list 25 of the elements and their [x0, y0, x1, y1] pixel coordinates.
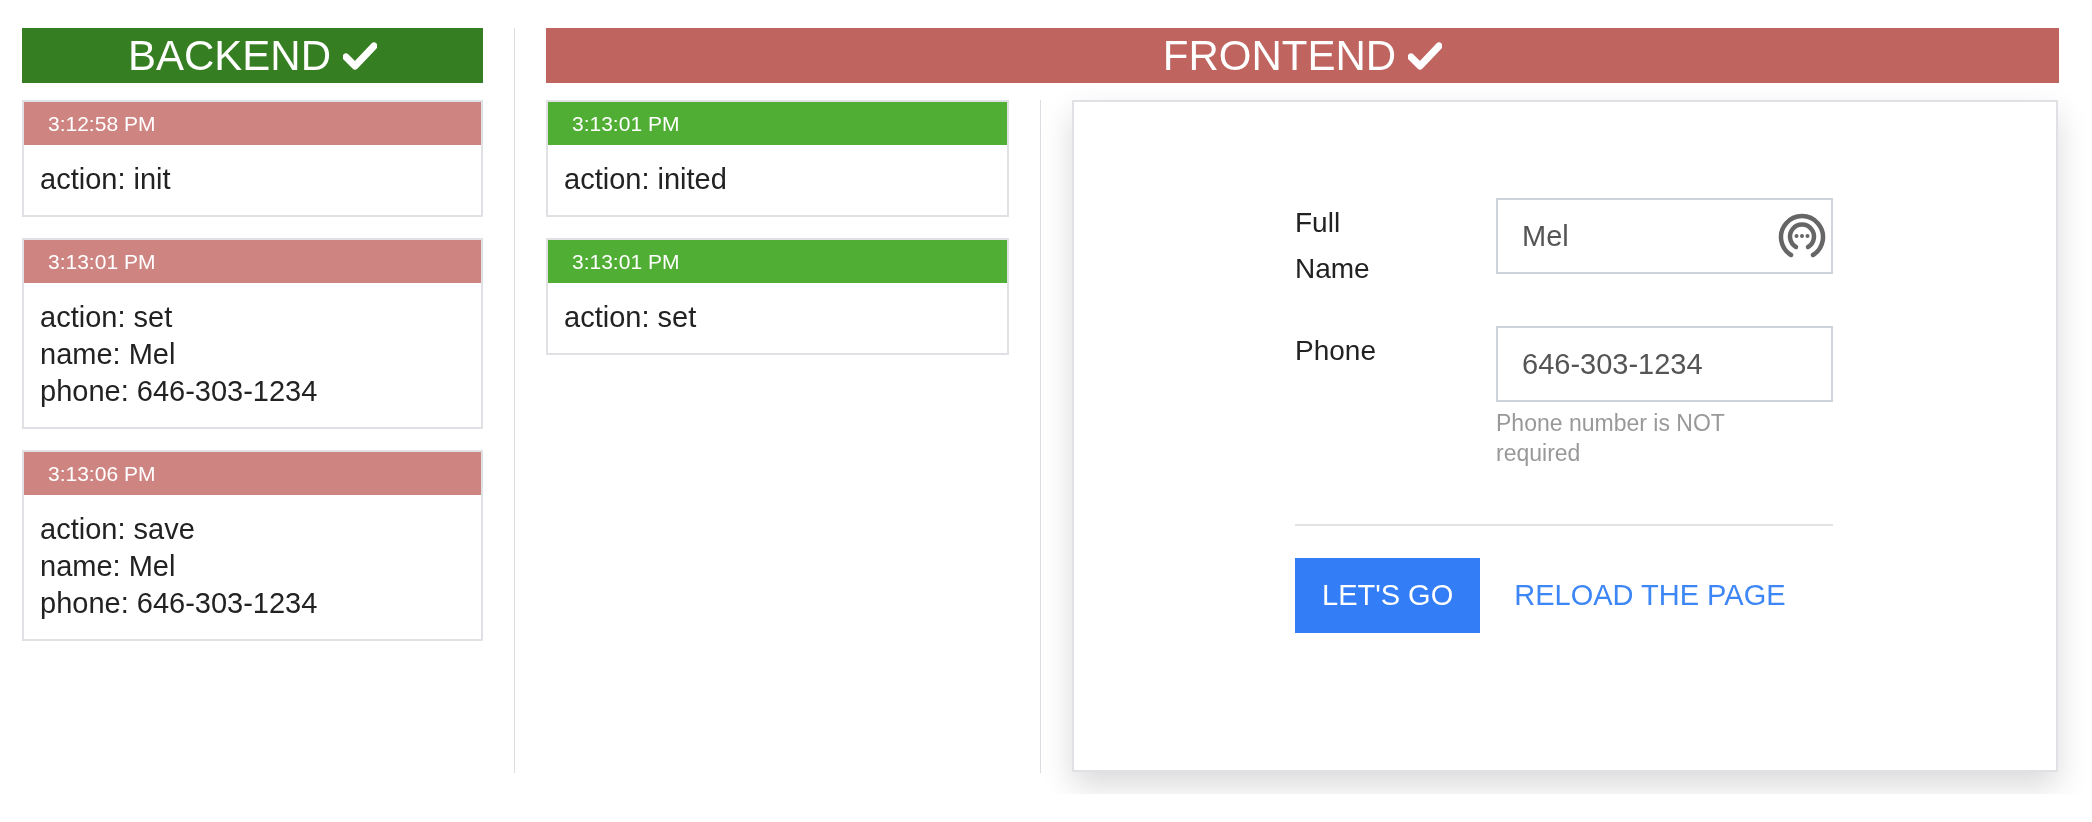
text-field[interactable]: 646-303-1234 — [1496, 326, 1833, 402]
log-time: 3:13:01 PM — [548, 240, 1007, 283]
help-text: Phone number is NOT required — [1496, 409, 1726, 468]
banner-title: FRONTEND — [1162, 34, 1397, 77]
log-time: 3:13:06 PM — [24, 452, 481, 495]
banner-title: BACKEND — [127, 34, 332, 77]
log-time: 3:12:58 PM — [24, 102, 481, 145]
field-label: Full Name — [1295, 206, 1371, 286]
log-line: action: set — [564, 300, 698, 335]
log-line: action: inited — [564, 162, 728, 197]
reload-link[interactable]: RELOAD THE PAGE — [1514, 579, 1786, 612]
log-time: 3:13:01 PM — [24, 240, 481, 283]
log-line: action: init — [40, 162, 172, 197]
check-icon — [343, 41, 378, 70]
log-line: phone: 646-303-1234 — [40, 586, 319, 621]
check-icon — [1408, 41, 1443, 70]
log-line: action: save — [40, 512, 196, 547]
log-line: phone: 646-303-1234 — [40, 374, 319, 409]
log-line: name: Mel — [40, 549, 177, 584]
submit-button[interactable]: LET'S GO — [1295, 558, 1481, 633]
log-line: action: set — [40, 300, 174, 335]
log-line: name: Mel — [40, 337, 177, 372]
text-field[interactable]: Mel — [1496, 198, 1833, 274]
field-label: Phone — [1295, 334, 1377, 368]
log-time: 3:13:01 PM — [548, 102, 1007, 145]
